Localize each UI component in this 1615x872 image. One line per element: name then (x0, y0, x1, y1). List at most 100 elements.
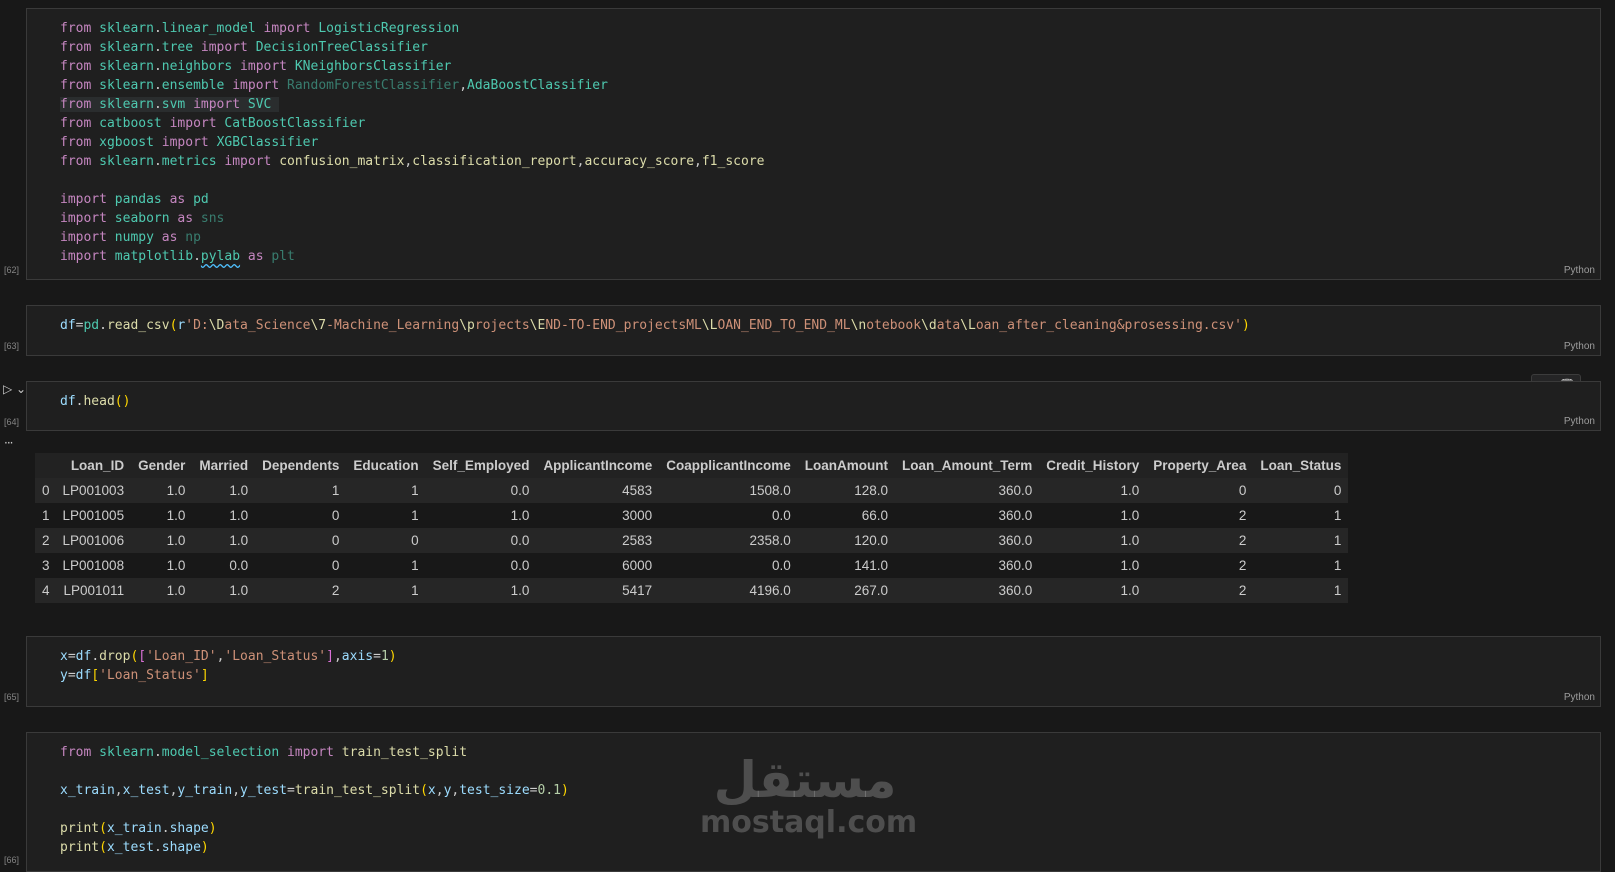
table-cell: 1.0 (1120, 533, 1140, 548)
table-cell: 1.0 (166, 508, 186, 523)
table-cell: LP001005 (62, 508, 125, 523)
table-cell: LP001006 (62, 533, 125, 548)
table-row: 0 LP001003 1.0 1.0 1 1 0.0 4583 1508.0 1… (35, 478, 1349, 503)
table-cell: 120.0 (854, 533, 888, 548)
table-cell: 66.0 (861, 508, 888, 523)
execution-count: [65] (4, 692, 20, 702)
table-cell: 360.0 (998, 508, 1033, 523)
row-index: 3 (42, 558, 50, 573)
table-cell: 1.0 (1120, 483, 1140, 498)
language-label[interactable]: Python (1564, 265, 1595, 276)
table-cell: 360.0 (998, 558, 1033, 573)
table-row: 3 LP001008 1.0 0.0 0 1 0.0 6000 0.0 141.… (35, 553, 1348, 578)
watermark: مستقل mostaql.com (700, 751, 918, 840)
table-cell: 2583 (622, 533, 653, 548)
table-cell: 0.0 (510, 558, 530, 573)
code-cell-63[interactable]: df=pd.read_csv(r'D:\Data_Science\7-Machi… (26, 305, 1601, 356)
language-label[interactable]: Python (1564, 416, 1595, 427)
output-more-icon[interactable]: ··· (4, 436, 14, 450)
table-cell: 4196.0 (749, 583, 791, 598)
table-header-row: Loan_ID Gender Married Dependents Educat… (35, 453, 1349, 478)
language-label[interactable]: Python (1564, 341, 1595, 352)
table-cell: 1 (411, 508, 419, 523)
code-cell-65[interactable]: x=df.drop(['Loan_ID','Loan_Status'],axis… (26, 636, 1601, 707)
row-index: 1 (42, 508, 50, 523)
table-cell: 141.0 (854, 558, 888, 573)
column-header: Dependents (262, 458, 340, 473)
execution-count: [66] (4, 855, 20, 865)
language-label[interactable]: Python (1564, 692, 1595, 703)
watermark-logo: مستقل (713, 751, 897, 809)
table-cell: LP001008 (62, 558, 125, 573)
table-cell: 2 (1238, 533, 1247, 548)
table-cell: 0 (331, 533, 340, 548)
table-cell: 1.0 (510, 583, 530, 598)
table-cell: 1.0 (229, 583, 249, 598)
table-cell: 1.0 (166, 583, 186, 598)
table-cell: 1 (411, 483, 419, 498)
column-header: Loan_Amount_Term (901, 458, 1033, 473)
column-header: Credit_History (1046, 458, 1140, 473)
code-editor[interactable]: from sklearn.linear_model import Logisti… (60, 19, 764, 266)
table-cell: 1.0 (1120, 558, 1140, 573)
row-index: 4 (42, 583, 50, 598)
column-header: Self_Employed (432, 458, 530, 473)
table-cell: 1 (1333, 583, 1342, 598)
table-row: 4 LP001011 1.0 1.0 2 1 1.0 5417 4196.0 2… (35, 578, 1349, 603)
table-cell: 5417 (622, 583, 653, 598)
table-cell: 1 (1333, 508, 1342, 523)
dataframe-output: Loan_ID Gender Married Dependents Educat… (35, 453, 1349, 603)
table-cell: 0.0 (510, 533, 530, 548)
code-editor[interactable]: df=pd.read_csv(r'D:\Data_Science\7-Machi… (60, 316, 1250, 335)
column-header: LoanAmount (804, 458, 888, 473)
code-editor[interactable]: x=df.drop(['Loan_ID','Loan_Status'],axis… (60, 647, 397, 685)
code-editor[interactable]: df.head() (60, 392, 130, 411)
table-cell: 360.0 (998, 583, 1033, 598)
table-cell: 1.0 (229, 508, 249, 523)
table-cell: 0 (331, 558, 340, 573)
column-header: Gender (138, 458, 186, 473)
code-cell-62[interactable]: from sklearn.linear_model import Logisti… (26, 8, 1601, 280)
table-cell: 1.0 (166, 558, 186, 573)
execution-count: [62] (4, 265, 20, 275)
watermark-text: mostaql.com (700, 805, 918, 840)
table-cell: 1.0 (166, 483, 186, 498)
table-row: 1 LP001005 1.0 1.0 0 1 1.0 3000 0.0 66.0… (35, 503, 1348, 528)
table-row: 2 LP001006 1.0 1.0 0 0 0.0 2583 2358.0 1… (35, 528, 1349, 553)
table-cell: 2 (1238, 583, 1247, 598)
table-cell: 0.0 (229, 558, 249, 573)
table-cell: 0 (1333, 483, 1342, 498)
table-cell: 6000 (622, 558, 653, 573)
table-cell: 2 (331, 583, 340, 598)
table-cell: 2358.0 (749, 533, 791, 548)
table-cell: 1.0 (229, 483, 249, 498)
table-cell: 1.0 (1120, 508, 1140, 523)
table-cell: 1 (411, 558, 419, 573)
table-cell: 2 (1238, 558, 1247, 573)
table-cell: 0 (331, 508, 340, 523)
execution-count: [63] (4, 341, 20, 351)
row-index: 2 (42, 533, 50, 548)
run-cell-icon[interactable]: ▷ ⌄ (3, 382, 26, 396)
table-cell: 1508.0 (749, 483, 791, 498)
table-cell: 0 (411, 533, 419, 548)
table-cell: 1 (1333, 533, 1342, 548)
table-cell: LP001003 (62, 483, 125, 498)
table-cell: 1.0 (510, 508, 530, 523)
table-cell: LP001011 (63, 583, 125, 598)
column-header: Property_Area (1153, 458, 1247, 473)
table-cell: 1 (331, 483, 340, 498)
column-header (35, 453, 56, 478)
execution-count: [64] (4, 417, 20, 427)
row-index: 0 (42, 483, 50, 498)
table-cell: 0 (1238, 483, 1247, 498)
table-cell: 3000 (622, 508, 653, 523)
table-cell: 4583 (622, 483, 653, 498)
column-header: Loan_ID (70, 458, 125, 473)
table-cell: 1.0 (1120, 583, 1140, 598)
table-cell: 0.0 (510, 483, 530, 498)
table-cell: 360.0 (998, 483, 1033, 498)
code-cell-64[interactable]: df.head() Python (26, 381, 1601, 431)
code-editor[interactable]: from sklearn.model_selection import trai… (60, 743, 569, 857)
column-header: ApplicantIncome (543, 458, 653, 473)
